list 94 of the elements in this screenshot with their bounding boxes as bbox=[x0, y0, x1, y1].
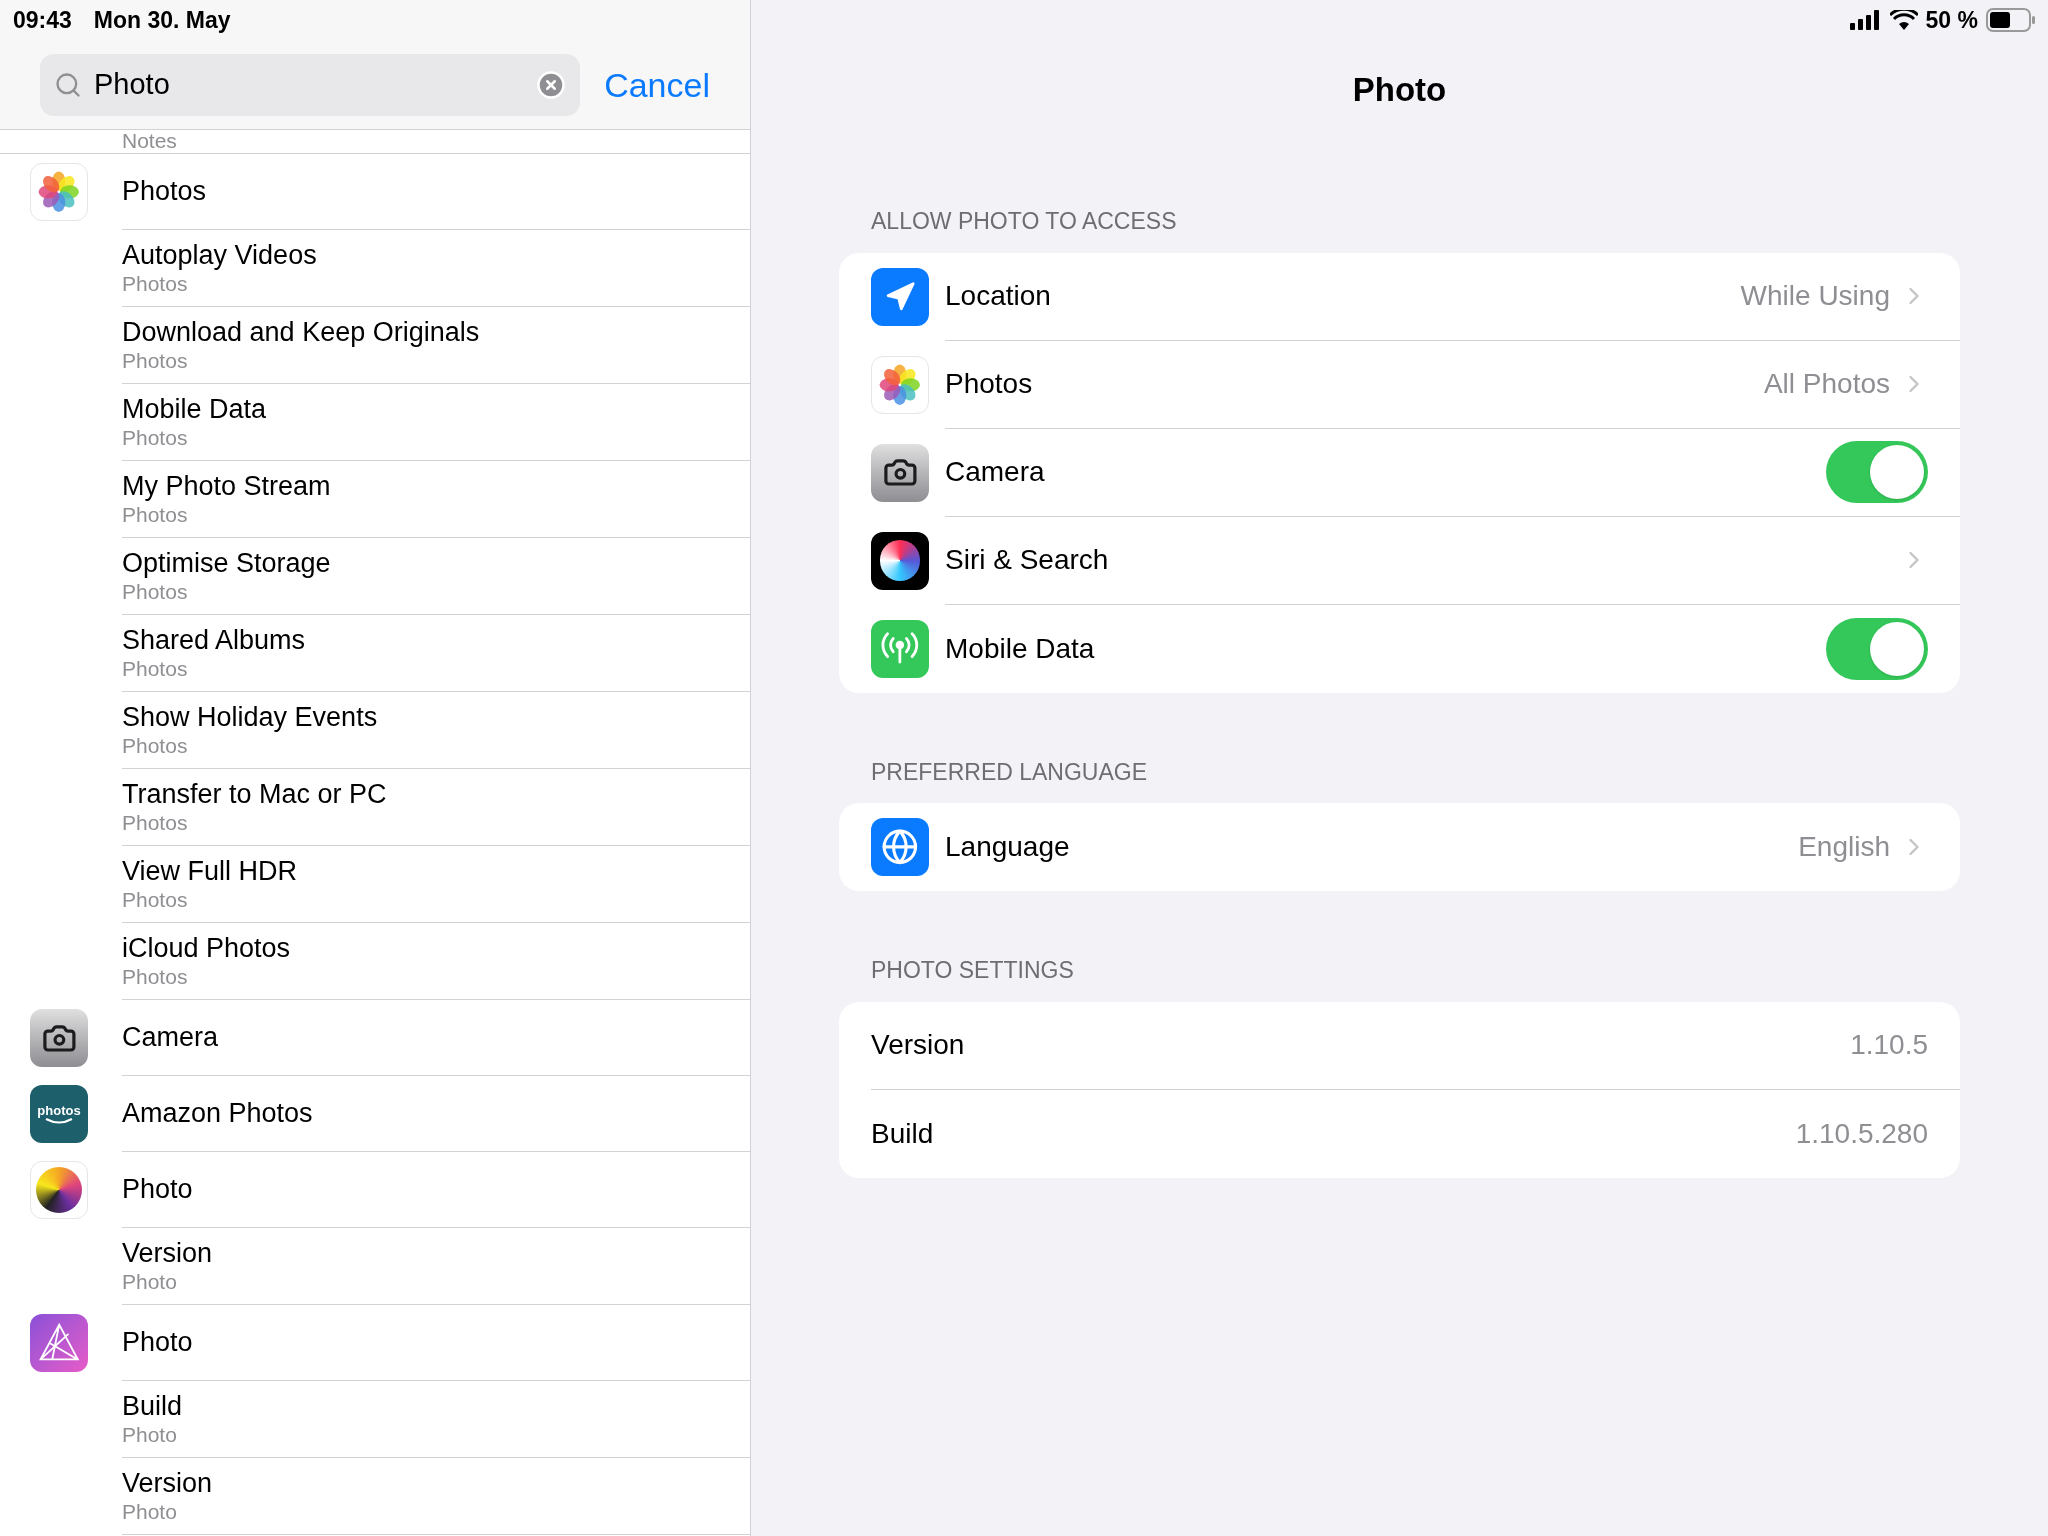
wifi-icon bbox=[1889, 10, 1918, 30]
setting-result-row[interactable]: Build Photo bbox=[122, 1381, 750, 1458]
result-subtitle: Photo bbox=[122, 1422, 178, 1448]
row-label: Mobile Data bbox=[945, 631, 1096, 666]
section-header: ALLOW PHOTO TO ACCESS bbox=[870, 207, 1178, 236]
setting-result-row[interactable]: Show Holiday Events Photos bbox=[122, 692, 750, 769]
result-title: Download and Keep Originals bbox=[122, 316, 481, 348]
result-subtitle: Photos bbox=[122, 271, 189, 297]
result-title: Version bbox=[122, 1467, 214, 1499]
row-label: Language bbox=[945, 830, 1071, 864]
row-label: Version bbox=[871, 1028, 966, 1062]
result-title: Autoplay Videos bbox=[122, 239, 318, 271]
result-title: My Photo Stream bbox=[122, 470, 332, 502]
setting-result-row[interactable]: Optimise Storage Photos bbox=[122, 538, 750, 615]
settings-row[interactable]: Language English bbox=[839, 803, 1960, 891]
result-title: Photo bbox=[122, 1173, 193, 1207]
settings-row[interactable]: Camera bbox=[839, 428, 1960, 517]
status-time: 09:43 bbox=[13, 5, 72, 35]
settings-row[interactable]: Build 1.10.5.280 bbox=[839, 1089, 1960, 1178]
app-result-row[interactable]: Camera bbox=[0, 1000, 750, 1076]
camera-icon bbox=[871, 443, 929, 502]
cancel-button[interactable]: Cancel bbox=[604, 59, 710, 111]
camera-icon bbox=[30, 1009, 88, 1067]
result-title: Mobile Data bbox=[122, 393, 268, 425]
setting-result-row[interactable]: Shared Albums Photos bbox=[122, 615, 750, 692]
setting-result-row[interactable]: Version Photo bbox=[122, 1228, 750, 1305]
row-label: Camera bbox=[945, 455, 1046, 489]
antenna-icon bbox=[871, 619, 929, 678]
battery-icon bbox=[1986, 8, 2036, 32]
row-value: 1.10.5.280 bbox=[1795, 1116, 1928, 1151]
row-value: English bbox=[1798, 830, 1890, 864]
result-subtitle: Photos bbox=[122, 810, 189, 836]
result-subtitle: Photos bbox=[122, 348, 189, 374]
search-field[interactable]: Photo bbox=[40, 54, 581, 116]
setting-result-row[interactable]: iCloud Photos Photos bbox=[122, 923, 750, 1000]
result-subtitle: Photo bbox=[122, 1499, 178, 1525]
section-header: PHOTO SETTINGS bbox=[870, 956, 1075, 985]
result-title: Camera bbox=[122, 1021, 219, 1055]
setting-result-row[interactable]: Mobile Data Photos bbox=[122, 384, 750, 461]
signal-icon bbox=[1849, 10, 1882, 30]
result-subtitle: Photo bbox=[122, 1269, 178, 1295]
result-title: Photos bbox=[122, 175, 207, 209]
result-subtitle: Photos bbox=[122, 425, 189, 451]
result-title: Version bbox=[122, 1237, 214, 1269]
setting-result-row[interactable]: My Photo Stream Photos bbox=[122, 461, 750, 538]
result-title: Build bbox=[122, 1390, 184, 1422]
result-title: View Full HDR bbox=[122, 855, 299, 887]
row-value: While Using bbox=[1740, 279, 1890, 313]
result-title: Optimise Storage bbox=[122, 547, 332, 579]
row-value: All Photos bbox=[1763, 367, 1890, 401]
result-subtitle: Notes bbox=[122, 130, 177, 153]
row-label: Siri & Search bbox=[945, 543, 1110, 577]
photos-flower-icon bbox=[30, 163, 88, 221]
row-label: Build bbox=[871, 1116, 935, 1151]
settings-row[interactable]: Version 1.10.5 bbox=[839, 1001, 1960, 1090]
photos-flower-icon bbox=[871, 355, 929, 414]
section-header: PREFERRED LANGUAGE bbox=[870, 757, 1149, 787]
result-subtitle: Photos bbox=[122, 656, 189, 682]
result-subtitle: Photos bbox=[122, 964, 189, 990]
result-title: iCloud Photos bbox=[122, 932, 292, 964]
setting-result-row[interactable]: Download and Keep Originals Photos bbox=[122, 307, 750, 384]
status-date: Mon 30. May bbox=[93, 5, 231, 35]
row-label: Photos bbox=[945, 367, 1034, 401]
globe-icon bbox=[871, 818, 929, 876]
result-subtitle: Photos bbox=[122, 733, 189, 759]
settings-row[interactable]: Location While Using bbox=[839, 252, 1960, 341]
app-result-row[interactable]: photos Amazon Photos bbox=[0, 1076, 750, 1152]
result-title: Shared Albums bbox=[122, 624, 307, 656]
result-title: Amazon Photos bbox=[122, 1097, 313, 1131]
app-result-row[interactable]: Photo bbox=[0, 1305, 750, 1381]
amazon-photos-icon: photos bbox=[30, 1085, 88, 1143]
settings-row[interactable]: Mobile Data bbox=[839, 604, 1960, 693]
result-subtitle: Photos bbox=[122, 579, 189, 605]
battery-percentage: 50 % bbox=[1925, 5, 1978, 35]
result-title: Show Holiday Events bbox=[122, 701, 379, 733]
result-subtitle: Photos bbox=[122, 887, 189, 913]
search-icon bbox=[54, 71, 82, 99]
siri-orb-icon bbox=[871, 531, 929, 590]
row-label: Location bbox=[945, 279, 1052, 313]
clear-icon[interactable] bbox=[536, 70, 567, 100]
app-result-row[interactable]: Photo bbox=[0, 1152, 750, 1228]
settings-row[interactable]: Siri & Search bbox=[839, 516, 1960, 605]
result-title: Photo bbox=[122, 1326, 193, 1360]
setting-result-row[interactable]: Autoplay Videos Photos bbox=[122, 230, 750, 307]
result-subtitle: Photos bbox=[122, 502, 189, 528]
row-value: 1.10.5 bbox=[1850, 1028, 1928, 1062]
settings-row[interactable]: Photos All Photos bbox=[839, 340, 1960, 429]
app-result-row[interactable]: Photos bbox=[0, 154, 750, 230]
setting-result-row[interactable]: Transfer to Mac or PC Photos bbox=[122, 769, 750, 846]
triangle-logo-icon bbox=[30, 1314, 88, 1372]
page-title: Photo bbox=[1352, 70, 1447, 111]
setting-result-row[interactable]: Version Photo bbox=[122, 1458, 750, 1535]
setting-result-row[interactable]: View Full HDR Photos bbox=[122, 846, 750, 923]
result-title: Transfer to Mac or PC bbox=[122, 778, 388, 810]
